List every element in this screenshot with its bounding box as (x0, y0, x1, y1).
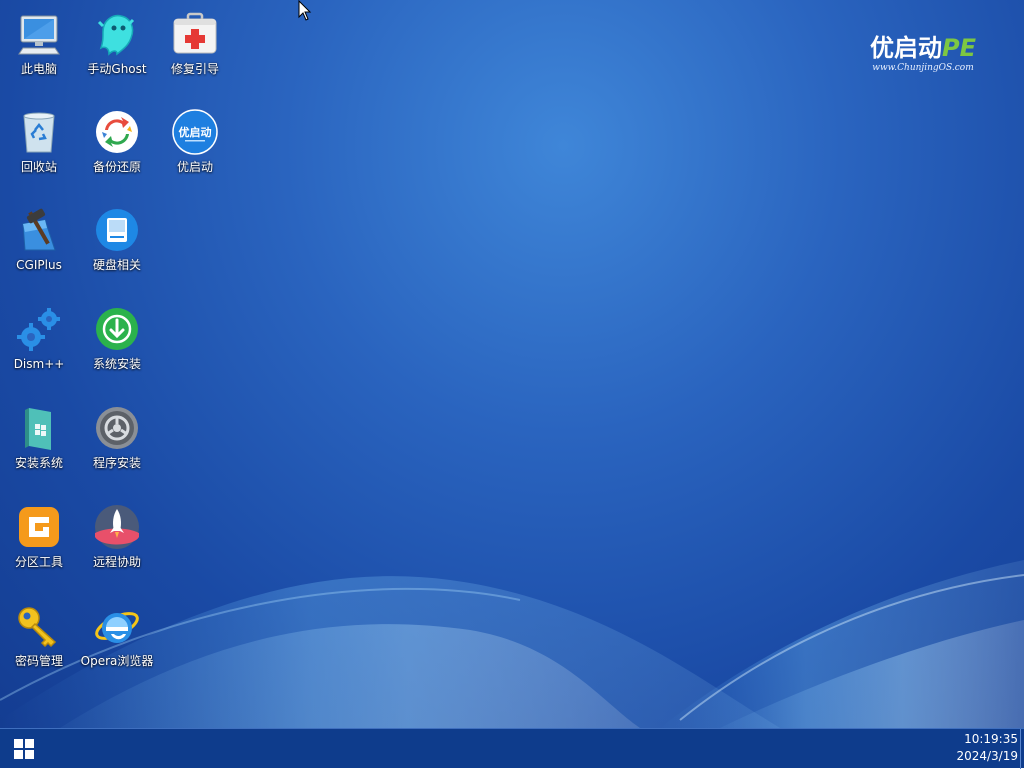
desktop-icon-this-pc[interactable]: 此电脑 (0, 2, 78, 94)
logo-pe-text: PE (942, 34, 976, 62)
desktop-icon-repair-boot[interactable]: 修复引导 (156, 2, 234, 94)
taskbar: 10:19:35 2024/3/19 (0, 728, 1024, 769)
windows-box-icon (15, 404, 63, 452)
svg-text:优启动: 优启动 (179, 125, 212, 139)
ie-browser-icon (93, 602, 141, 650)
key-icon (15, 602, 63, 650)
desktop-icon-label: 系统安装 (92, 357, 141, 371)
gears-icon (15, 305, 63, 353)
logo-main-text: 优启动 (870, 34, 942, 62)
desktop-icon-opera-browser[interactable]: Opera浏览器 (78, 594, 156, 686)
desktop-icon-dism[interactable]: Dism++ (0, 297, 78, 389)
start-button[interactable] (0, 729, 48, 769)
desktop-icon-label: 手动Ghost (87, 62, 147, 76)
recycle-bin-icon (15, 108, 63, 156)
desktop-icon-label: 优启动 (176, 160, 213, 174)
desktop-icon-label: 修复引导 (170, 62, 219, 76)
desktop-icon-program-install[interactable]: 程序安装 (78, 396, 156, 488)
desktop-icon-label: 分区工具 (14, 555, 63, 569)
desktop-icon-label: 备份还原 (92, 160, 141, 174)
desktop-icon-partition-tool[interactable]: 分区工具 (0, 495, 78, 587)
computer-icon (15, 10, 63, 58)
install-download-icon (93, 305, 141, 353)
desktop-icon-system-install[interactable]: 系统安装 (78, 297, 156, 389)
desktop-icon-label: 密码管理 (14, 654, 63, 668)
desktop-icon-label: Opera浏览器 (80, 654, 154, 668)
youqidong-icon: 优启动 (171, 108, 219, 156)
desktop-icon-label: 程序安装 (92, 456, 141, 470)
show-desktop-button[interactable] (1020, 729, 1024, 769)
logo-title: 优启动PE (868, 34, 978, 62)
desktop-icon-label: 远程协助 (92, 555, 141, 569)
brand-logo: 优启动PE www.ChunjingOS.com (868, 34, 978, 80)
disk-icon (93, 206, 141, 254)
desktop-icon-label: 安装系统 (14, 456, 63, 470)
desktop-icon-disk-related[interactable]: 硬盘相关 (78, 198, 156, 290)
system-clock[interactable]: 10:19:35 2024/3/19 (938, 731, 1018, 767)
windows-logo-icon (14, 739, 34, 759)
desktop-icon-youqidong[interactable]: 优启动 优启动 (156, 100, 234, 192)
desktop-icon-manual-ghost[interactable]: 手动Ghost (78, 2, 156, 94)
desktop-icon-recycle-bin[interactable]: 回收站 (0, 100, 78, 192)
desktop-icon-backup-restore[interactable]: 备份还原 (78, 100, 156, 192)
desktop-icon-label: CGIPlus (16, 258, 62, 272)
hammer-icon (15, 206, 63, 254)
desktop-icon-remote-assist[interactable]: 远程协助 (78, 495, 156, 587)
desktop-icon-label: 硬盘相关 (92, 258, 141, 272)
first-aid-kit-icon (171, 10, 219, 58)
desktop-icon-label: Dism++ (13, 357, 65, 371)
logo-url: www.ChunjingOS.com (872, 63, 974, 73)
desktop-icon-label: 此电脑 (20, 62, 57, 76)
desktop: 优启动PE www.ChunjingOS.com 此电脑 回收站 CGIPlus… (0, 0, 1024, 728)
program-gear-icon (93, 404, 141, 452)
mouse-cursor-icon (298, 0, 312, 21)
clock-time: 10:19:35 (964, 732, 1018, 746)
backup-restore-icon (93, 108, 141, 156)
desktop-icon-label: 回收站 (20, 160, 57, 174)
ghost-icon (93, 10, 141, 58)
desktop-icon-cgiplus[interactable]: CGIPlus (0, 198, 78, 290)
desktop-icon-install-system[interactable]: 安装系统 (0, 396, 78, 488)
desktop-icon-password-manager[interactable]: 密码管理 (0, 594, 78, 686)
clock-date: 2024/3/19 (956, 749, 1018, 763)
rocket-icon (93, 503, 141, 551)
partition-tool-icon (15, 503, 63, 551)
